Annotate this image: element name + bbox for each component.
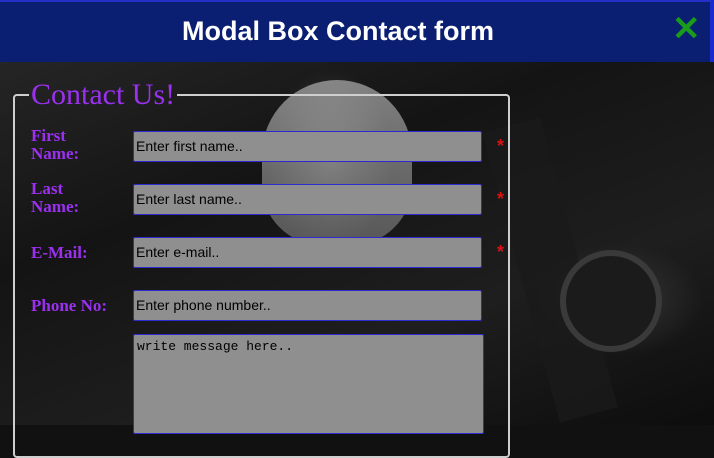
close-icon[interactable]: ✕: [672, 12, 701, 46]
required-mark: *: [497, 189, 505, 209]
email-label: E-Mail:: [31, 243, 88, 262]
required-mark: *: [497, 242, 505, 262]
first-name-input[interactable]: Enter first name..: [133, 131, 482, 162]
first-name-label: First Name:: [31, 126, 80, 163]
email-input[interactable]: Enter e-mail..: [133, 237, 482, 268]
last-name-input[interactable]: Enter last name..: [133, 184, 482, 215]
background-watch: [560, 250, 662, 352]
modal-title: Modal Box Contact form: [181, 16, 494, 46]
last-name-label: Last Name:: [31, 179, 80, 216]
modal-header: Modal Box Contact form ✕: [0, 0, 714, 62]
message-textarea[interactable]: write message here..: [133, 334, 484, 434]
phone-input[interactable]: Enter phone number..: [133, 290, 482, 321]
form-legend: Contact Us!: [31, 78, 176, 111]
required-mark: *: [497, 136, 505, 156]
phone-label: Phone No:: [31, 296, 108, 315]
